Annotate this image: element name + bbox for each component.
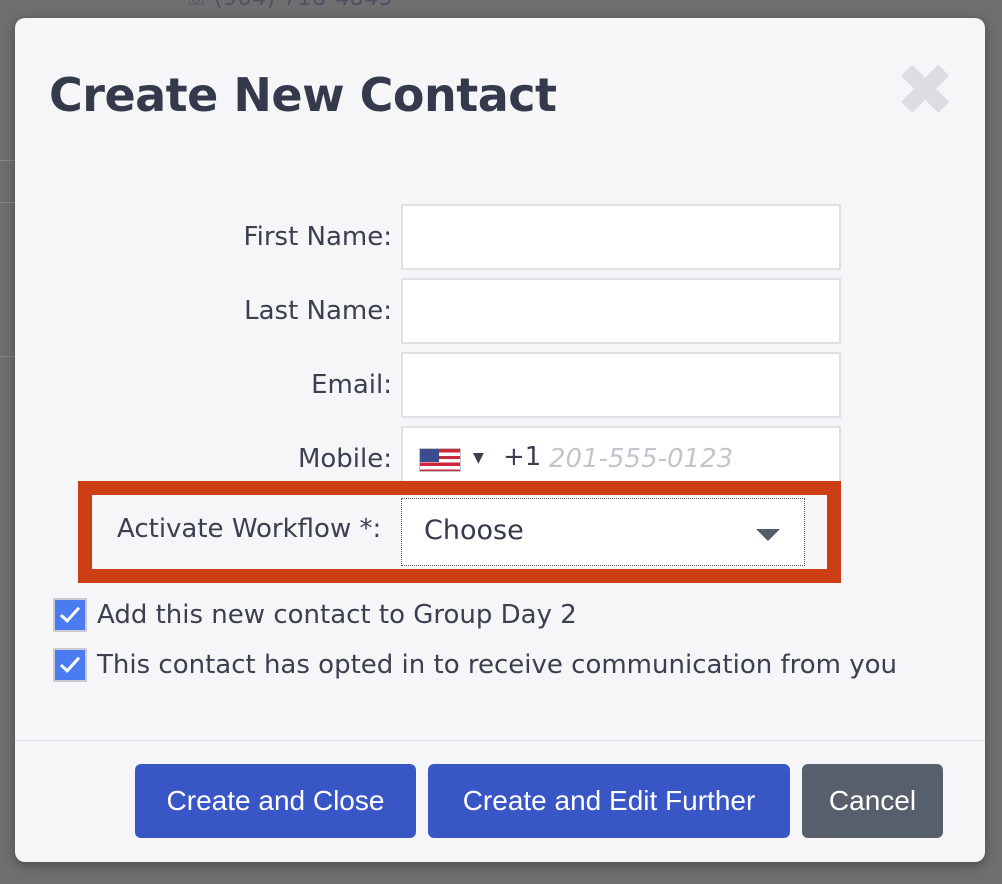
phone-icon: ☏ [185, 0, 208, 10]
us-flag-icon[interactable] [419, 448, 461, 472]
country-dropdown-caret-icon[interactable]: ▼ [473, 450, 484, 466]
check-icon [59, 602, 81, 623]
dial-code: +1 [503, 442, 542, 472]
background-phone-number: (904) 718-4845 [214, 0, 393, 11]
group-checkbox[interactable] [53, 598, 87, 632]
mobile-label: Mobile: [297, 444, 392, 474]
opt-in-checkbox-label[interactable]: This contact has opted in to receive com… [97, 650, 897, 680]
workflow-select[interactable]: Choose [401, 498, 805, 566]
background-divider [0, 356, 16, 357]
workflow-label: Activate Workflow *: [117, 514, 382, 544]
footer-divider [15, 740, 985, 741]
create-and-close-button[interactable]: Create and Close [135, 764, 416, 838]
opt-in-checkbox[interactable] [53, 648, 87, 682]
last-name-label: Last Name: [244, 296, 392, 326]
email-row: Email: [15, 352, 985, 418]
last-name-row: Last Name: [15, 278, 985, 344]
group-checkbox-row: Add this new contact to Group Day 2 [53, 598, 953, 634]
mobile-input[interactable] [549, 432, 834, 486]
opt-in-checkbox-row: This contact has opted in to receive com… [53, 648, 983, 684]
modal-title: Create New Contact [49, 68, 557, 122]
background-divider [0, 160, 16, 161]
workflow-selected-value: Choose [424, 515, 524, 546]
email-label: Email: [311, 370, 392, 400]
create-contact-modal: Create New Contact ✖ First Name: Last Na… [15, 18, 985, 862]
email-input[interactable] [401, 352, 841, 418]
chevron-down-icon [756, 529, 780, 541]
first-name-label: First Name: [243, 222, 392, 252]
cancel-button[interactable]: Cancel [802, 764, 943, 838]
background-divider [0, 202, 16, 203]
group-checkbox-label[interactable]: Add this new contact to Group Day 2 [97, 600, 577, 630]
last-name-input[interactable] [401, 278, 841, 344]
create-and-edit-button[interactable]: Create and Edit Further [428, 764, 790, 838]
first-name-row: First Name: [15, 204, 985, 270]
close-icon[interactable]: ✖ [895, 54, 955, 126]
check-icon [59, 652, 81, 673]
background-phone: ☏ (904) 718-4845 [185, 0, 393, 11]
first-name-input[interactable] [401, 204, 841, 270]
